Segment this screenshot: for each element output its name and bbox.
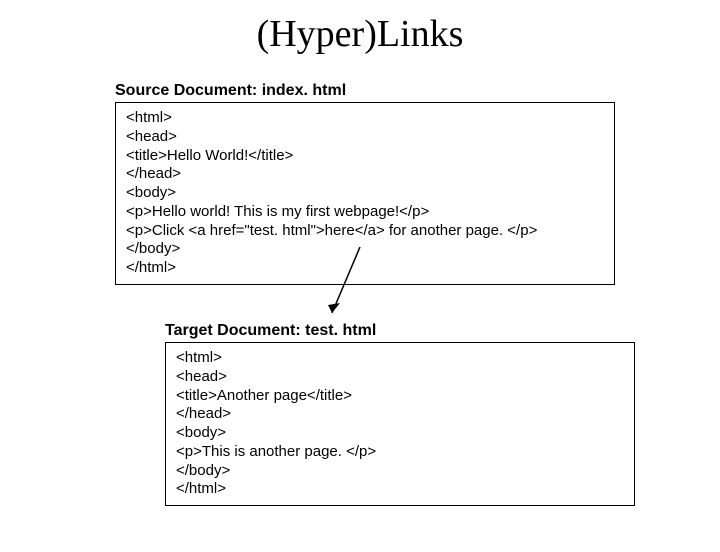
slide-title: (Hyper)Links xyxy=(0,12,720,56)
source-label: Source Document: index. html xyxy=(115,82,615,100)
target-codebox: <html><head><title>Another page</title><… xyxy=(165,342,635,506)
target-block: Target Document: test. html <html><head>… xyxy=(165,322,635,506)
target-label: Target Document: test. html xyxy=(165,322,635,340)
source-block: Source Document: index. html <html><head… xyxy=(115,82,615,285)
source-codebox: <html><head><title>Hello World!</title><… xyxy=(115,102,615,285)
